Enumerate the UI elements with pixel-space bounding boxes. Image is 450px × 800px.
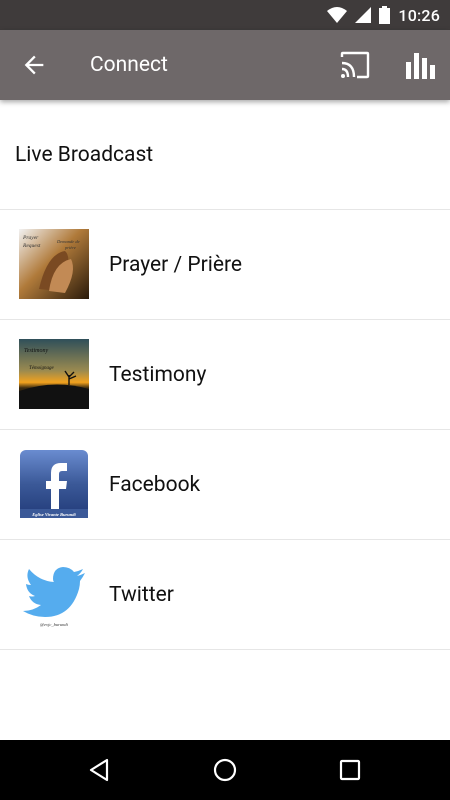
testimony-thumbnail: Testimony Témoignage (19, 339, 89, 409)
home-circle-icon[interactable] (210, 755, 240, 785)
navigation-bar (0, 740, 450, 800)
list-item-twitter[interactable]: @evjc_burundi Twitter (0, 540, 450, 650)
list-item-label: Prayer / Prière (109, 252, 243, 277)
sunset-image: Testimony Témoignage (19, 339, 89, 409)
facebook-thumbnail: Eglise Vivante Burundi (19, 449, 89, 519)
twitter-thumbnail: @evjc_burundi (19, 559, 89, 629)
battery-icon (379, 6, 391, 24)
page-title: Connect (90, 53, 168, 77)
recents-square-icon[interactable] (335, 755, 365, 785)
status-icons: 10:26 (327, 0, 440, 30)
twitter-bird-icon: @evjc_burundi (19, 559, 89, 629)
prayer-hands-image: Prayer Request Demande de prière (19, 229, 89, 299)
svg-text:prière: prière (64, 245, 76, 250)
svg-text:Testimony: Testimony (24, 348, 48, 354)
svg-text:Demande de: Demande de (56, 239, 80, 244)
list-item-facebook[interactable]: Eglise Vivante Burundi Facebook (0, 430, 450, 540)
status-time: 10:26 (398, 5, 440, 25)
content: Live Broadcast Prayer Request Demande de… (0, 100, 450, 650)
app-bar: Connect (0, 30, 450, 100)
section-title: Live Broadcast (0, 100, 450, 210)
status-bar: 10:26 (0, 0, 450, 30)
list-item-prayer[interactable]: Prayer Request Demande de prière Prayer … (0, 210, 450, 320)
back-triangle-icon[interactable] (85, 755, 115, 785)
svg-text:Prayer: Prayer (22, 235, 39, 241)
list-item-label: Testimony (109, 362, 207, 387)
svg-text:Eglise Vivante Burundi: Eglise Vivante Burundi (31, 512, 76, 517)
svg-text:Request: Request (22, 243, 41, 249)
back-arrow-icon[interactable] (20, 51, 48, 79)
list-item-label: Twitter (109, 582, 174, 607)
list-item-testimony[interactable]: Testimony Témoignage Testimony (0, 320, 450, 430)
svg-text:Témoignage: Témoignage (29, 366, 55, 371)
facebook-logo-icon: Eglise Vivante Burundi (20, 450, 88, 519)
list-item-label: Facebook (109, 472, 201, 497)
prayer-thumbnail: Prayer Request Demande de prière (19, 229, 89, 299)
wifi-icon (327, 7, 348, 23)
bar-chart-icon[interactable] (405, 50, 435, 80)
svg-text:@evjc_burundi: @evjc_burundi (40, 622, 69, 627)
cast-icon[interactable] (340, 51, 370, 79)
signal-icon (355, 7, 372, 23)
